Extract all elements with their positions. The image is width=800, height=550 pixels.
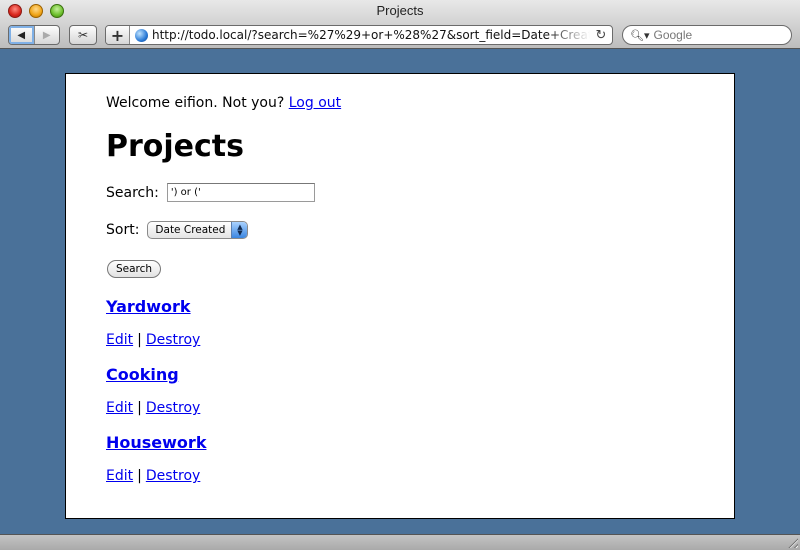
sort-label: Sort: <box>106 222 140 238</box>
forward-arrow-icon: ▶ <box>42 29 51 41</box>
sort-select[interactable]: Date Created ▲ ▼ <box>147 221 249 239</box>
destroy-link[interactable]: Destroy <box>146 468 200 484</box>
back-button[interactable]: ◀ <box>9 26 35 44</box>
web-clip-button[interactable]: ✂ <box>69 25 97 45</box>
edit-link[interactable]: Edit <box>106 400 133 416</box>
web-search-field[interactable]: 🔍︎▾ Google <box>622 25 792 45</box>
plus-icon: + <box>110 25 125 45</box>
search-placeholder: Google <box>653 28 693 42</box>
window-title: Projects <box>376 3 424 18</box>
forward-button[interactable]: ▶ <box>35 26 60 44</box>
welcome-text: Welcome eifion. Not you? <box>106 95 285 111</box>
search-label: Search: <box>106 184 159 201</box>
project-actions: Edit | Destroy <box>106 332 200 348</box>
project-link-cooking[interactable]: Cooking <box>106 365 179 384</box>
edit-link[interactable]: Edit <box>106 332 133 348</box>
resize-grip-icon[interactable] <box>786 536 798 548</box>
sort-selected-value: Date Created <box>155 224 226 236</box>
globe-icon <box>135 28 148 42</box>
scissors-icon: ✂ <box>77 28 89 42</box>
logout-link[interactable]: Log out <box>289 95 341 111</box>
search-icon: 🔍︎▾ <box>630 28 650 42</box>
page-title: Projects <box>106 129 245 164</box>
project-link-yardwork[interactable]: Yardwork <box>106 297 191 316</box>
browser-titlebar: Projects ◀ ▶ ✂ + http://todo.local/?sear… <box>0 0 800 49</box>
navigation-buttons: ◀ ▶ <box>8 25 60 45</box>
url-input[interactable]: http://todo.local/?search=%27%29+or+%28%… <box>152 28 590 42</box>
separator: | <box>137 332 142 348</box>
search-submit-button[interactable]: Search <box>107 260 161 278</box>
reload-icon[interactable]: ↻ <box>590 28 612 43</box>
separator: | <box>137 468 142 484</box>
search-row: Search: <box>106 183 315 202</box>
add-bookmark-button[interactable]: + <box>106 26 130 44</box>
project-actions: Edit | Destroy <box>106 400 200 416</box>
project-link-housework[interactable]: Housework <box>106 433 206 452</box>
separator: | <box>137 400 142 416</box>
back-arrow-icon: ◀ <box>17 29 26 41</box>
destroy-link[interactable]: Destroy <box>146 332 200 348</box>
edit-link[interactable]: Edit <box>106 468 133 484</box>
status-bar <box>0 534 800 550</box>
destroy-link[interactable]: Destroy <box>146 400 200 416</box>
search-input[interactable] <box>166 183 315 202</box>
sort-row: Sort: Date Created ▲ ▼ <box>106 221 249 239</box>
welcome-message: Welcome eifion. Not you? Log out <box>106 95 341 111</box>
project-actions: Edit | Destroy <box>106 468 200 484</box>
address-bar[interactable]: + http://todo.local/?search=%27%29+or+%2… <box>105 25 613 45</box>
page-content: Welcome eifion. Not you? Log out Project… <box>65 73 735 519</box>
select-arrows-icon: ▲ ▼ <box>231 222 248 238</box>
